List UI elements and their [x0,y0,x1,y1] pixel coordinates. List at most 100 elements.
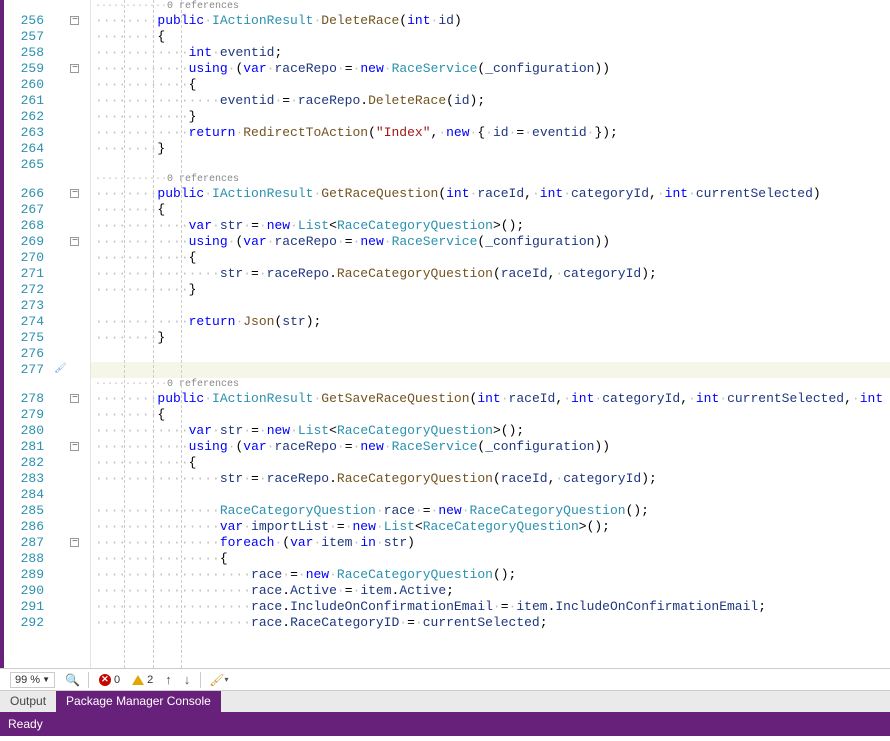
code-line[interactable]: ················RaceCategoryQuestion·rac… [91,503,890,519]
line-number: 274 [4,314,44,330]
editor-status-bar: 99 %▼ 🔍 ✕0 2 ↑ ↓ 🖌▾ [0,668,890,690]
code-line[interactable]: ············{ [91,250,890,266]
code-line[interactable]: ········{ [91,407,890,423]
status-ready: Ready [8,717,43,731]
code-line[interactable]: ················foreach·(var·item·in·str… [91,535,890,551]
fold-toggle-icon[interactable] [70,394,79,403]
code-line[interactable]: ············} [91,109,890,125]
code-line[interactable] [91,157,890,173]
code-line[interactable]: ················eventid·=·raceRepo.Delet… [91,93,890,109]
edit-marker-icon: 🖌 [54,362,67,378]
code-line[interactable]: ············} [91,282,890,298]
code-line[interactable]: ········} [91,330,890,346]
line-number: 267 [4,202,44,218]
tab-package-manager-console[interactable]: Package Manager Console [56,691,221,712]
line-number: 279 [4,407,44,423]
line-number: 275 [4,330,44,346]
line-number: 277 [4,362,44,378]
line-number: 260 [4,77,44,93]
nav-down-icon[interactable]: ↓ [178,672,197,687]
code-line[interactable] [91,346,890,362]
nav-up-icon[interactable]: ↑ [159,672,178,687]
line-number: 271 [4,266,44,282]
line-number: 278 [4,391,44,407]
line-number: 272 [4,282,44,298]
code-line[interactable]: ········public·IActionResult·DeleteRace(… [91,13,890,29]
line-number: 263 [4,125,44,141]
code-line[interactable]: ············using·(var·raceRepo·=·new·Ra… [91,234,890,250]
line-number: 284 [4,487,44,503]
line-number: 285 [4,503,44,519]
code-line[interactable]: ····················race.IncludeOnConfir… [91,599,890,615]
line-number: 289 [4,567,44,583]
code-line[interactable]: ················var·importList·=·new·Lis… [91,519,890,535]
line-number: 292 [4,615,44,631]
line-number: 273 [4,298,44,314]
codelens-references[interactable]: ············0 references [91,0,890,13]
line-number: 259 [4,61,44,77]
line-number: 257 [4,29,44,45]
line-number: 265 [4,157,44,173]
line-number: 266 [4,186,44,202]
code-line[interactable] [91,487,890,503]
line-number: 264 [4,141,44,157]
line-number: 281 [4,439,44,455]
code-line[interactable]: ············var·str·=·new·List<RaceCateg… [91,218,890,234]
code-line[interactable]: ············return·RedirectToAction("Ind… [91,125,890,141]
zoom-level[interactable]: 99 %▼ [4,669,61,690]
code-line[interactable] [91,362,890,378]
code-line[interactable]: ············{ [91,455,890,471]
code-line[interactable]: ········} [91,141,890,157]
find-icon[interactable]: 🔍 [61,669,84,690]
line-number: 268 [4,218,44,234]
code-line[interactable]: ············return·Json(str); [91,314,890,330]
fold-toggle-icon[interactable] [70,538,79,547]
code-line[interactable]: ············var·str·=·new·List<RaceCateg… [91,423,890,439]
code-line[interactable]: ················str·=·raceRepo.RaceCateg… [91,471,890,487]
code-line[interactable]: ····················race·=·new·RaceCateg… [91,567,890,583]
line-number: 283 [4,471,44,487]
fold-toggle-icon[interactable] [70,64,79,73]
code-line[interactable]: ············using·(var·raceRepo·=·new·Ra… [91,439,890,455]
code-line[interactable]: ············using·(var·raceRepo·=·new·Ra… [91,61,890,77]
brush-icon[interactable]: 🖌▾ [205,669,232,690]
code-line[interactable]: ········{ [91,29,890,45]
warning-count[interactable]: 2 [126,669,159,690]
code-line[interactable]: ········{ [91,202,890,218]
line-number: 276 [4,346,44,362]
tool-window-tabs: Output Package Manager Console [0,690,890,712]
tab-output[interactable]: Output [0,691,56,712]
line-number: 256 [4,13,44,29]
error-count[interactable]: ✕0 [93,669,126,690]
fold-toggle-icon[interactable] [70,237,79,246]
line-number: 269 [4,234,44,250]
code-line[interactable]: ············int·eventid; [91,45,890,61]
line-number: 261 [4,93,44,109]
line-number: 291 [4,599,44,615]
ide-status-bar: Ready [0,712,890,736]
code-editor[interactable]: ············0 references········public·I… [91,0,890,668]
line-number: 290 [4,583,44,599]
code-line[interactable]: ········public·IActionResult·GetSaveRace… [91,391,890,407]
codelens-references[interactable]: ············0 references [91,378,890,391]
editor-gutter: 2562572582592602612622632642652662672682… [4,0,91,668]
code-line[interactable]: ····················race.RaceCategoryID·… [91,615,890,631]
fold-toggle-icon[interactable] [70,189,79,198]
line-number: 258 [4,45,44,61]
line-number: 287 [4,535,44,551]
fold-toggle-icon[interactable] [70,16,79,25]
code-line[interactable]: ············{ [91,77,890,93]
line-number: 286 [4,519,44,535]
fold-toggle-icon[interactable] [70,442,79,451]
code-line[interactable]: ········public·IActionResult·GetRaceQues… [91,186,890,202]
line-number: 280 [4,423,44,439]
codelens-references[interactable]: ············0 references [91,173,890,186]
code-line[interactable]: ····················race.Active·=·item.A… [91,583,890,599]
line-number: 282 [4,455,44,471]
line-number: 262 [4,109,44,125]
code-line[interactable]: ················{ [91,551,890,567]
line-number: 288 [4,551,44,567]
code-line[interactable] [91,298,890,314]
line-number: 270 [4,250,44,266]
code-line[interactable]: ················str·=·raceRepo.RaceCateg… [91,266,890,282]
